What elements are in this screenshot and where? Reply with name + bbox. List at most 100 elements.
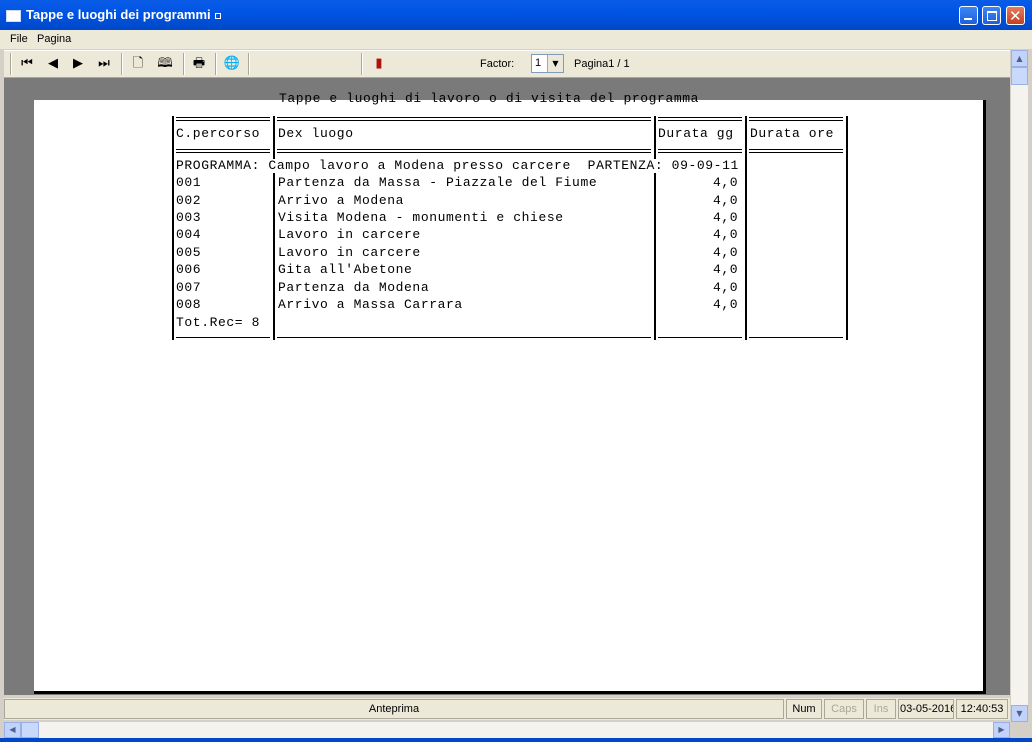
row-luogo: Arrivo a Modena bbox=[278, 193, 405, 208]
header-rule bbox=[749, 149, 843, 150]
row-durata-gg: 4,0 bbox=[713, 245, 739, 260]
header-durata-gg: Durata gg bbox=[658, 126, 734, 141]
print-icon[interactable]: 🖶 bbox=[190, 55, 208, 73]
restore-icon bbox=[987, 11, 997, 21]
row-durata-gg: 4,0 bbox=[713, 280, 739, 295]
header-c-percorso: C.percorso bbox=[176, 126, 261, 141]
last-page-icon[interactable]: ⏭ bbox=[95, 55, 113, 73]
chevron-down-icon[interactable]: ▼ bbox=[547, 55, 563, 72]
footer-rule bbox=[658, 337, 742, 338]
status-caps: Caps bbox=[824, 699, 864, 719]
header-rule bbox=[277, 117, 651, 118]
toolbar-separator bbox=[215, 53, 217, 75]
header-rule bbox=[176, 152, 270, 153]
scroll-down-icon[interactable]: ▼ bbox=[1011, 705, 1028, 722]
scroll-up-icon[interactable]: ▲ bbox=[1011, 50, 1028, 67]
header-rule bbox=[176, 120, 270, 121]
export-icon[interactable]: 🌐 bbox=[223, 55, 241, 73]
first-page-icon[interactable]: ⏮ bbox=[18, 55, 36, 73]
menu-file[interactable]: File bbox=[10, 33, 28, 45]
toolbar-separator bbox=[10, 53, 12, 75]
scroll-thumb[interactable] bbox=[1011, 67, 1028, 85]
row-code: 008 bbox=[176, 297, 202, 312]
header-rule bbox=[176, 149, 270, 150]
status-num: Num bbox=[786, 699, 822, 719]
horizontal-scrollbar[interactable]: ◀ ▶ bbox=[4, 722, 1010, 738]
scroll-thumb[interactable] bbox=[21, 722, 39, 738]
report-title: Tappe e luoghi di lavoro o di visita del… bbox=[279, 91, 700, 106]
header-rule bbox=[749, 120, 843, 121]
minimize-icon bbox=[964, 18, 972, 20]
toolbar-separator bbox=[183, 53, 185, 75]
close-icon: ✕ bbox=[1009, 7, 1022, 25]
table-border bbox=[745, 116, 747, 340]
row-code: 001 bbox=[176, 175, 202, 190]
row-durata-gg: 4,0 bbox=[713, 175, 739, 190]
table-border bbox=[654, 116, 656, 340]
footer-rule bbox=[749, 337, 843, 338]
row-luogo: Gita all'Abetone bbox=[278, 262, 413, 277]
app-window: Tappe e luoghi dei programmi ✕ File Pagi… bbox=[0, 0, 1032, 742]
minimize-button[interactable] bbox=[959, 6, 978, 25]
next-page-icon[interactable]: ▶ bbox=[69, 55, 87, 73]
status-bar: Anteprima Num Caps Ins 03-05-2016 12:40:… bbox=[4, 698, 1010, 720]
header-durata-ore: Durata ore bbox=[750, 126, 835, 141]
scroll-right-icon[interactable]: ▶ bbox=[993, 722, 1010, 738]
page-info: Pagina1 / 1 bbox=[574, 58, 630, 70]
row-durata-gg: 4,0 bbox=[713, 210, 739, 225]
row-durata-gg: 4,0 bbox=[713, 227, 739, 242]
title-bar[interactable]: Tappe e luoghi dei programmi ✕ bbox=[0, 0, 1032, 30]
toolbar-separator bbox=[121, 53, 123, 75]
menu-bar: File Pagina bbox=[0, 30, 1032, 49]
row-durata-gg: 4,0 bbox=[713, 193, 739, 208]
window-border bbox=[0, 738, 1032, 742]
toolbar-separator bbox=[361, 53, 363, 75]
row-code: 006 bbox=[176, 262, 202, 277]
table-border bbox=[172, 116, 174, 340]
preview-area[interactable]: Tappe e luoghi di lavoro o di visita del… bbox=[4, 78, 1010, 695]
row-luogo: Arrivo a Massa Carrara bbox=[278, 297, 463, 312]
header-rule bbox=[658, 152, 742, 153]
factor-label: Factor: bbox=[480, 58, 515, 70]
row-luogo: Partenza da Modena bbox=[278, 280, 430, 295]
maximize-button[interactable] bbox=[982, 6, 1001, 25]
row-code: 003 bbox=[176, 210, 202, 225]
table-border bbox=[846, 116, 848, 340]
status-time: 12:40:53 bbox=[956, 699, 1008, 719]
footer-rule bbox=[277, 337, 651, 338]
header-rule bbox=[658, 149, 742, 150]
single-page-icon[interactable]: 🗋 bbox=[129, 55, 147, 73]
header-dex-luogo: Dex luogo bbox=[278, 126, 354, 141]
row-code: 005 bbox=[176, 245, 202, 260]
scroll-left-icon[interactable]: ◀ bbox=[4, 722, 21, 738]
total-records: Tot.Rec= 8 bbox=[176, 315, 261, 330]
row-luogo: Partenza da Massa - Piazzale del Fiume bbox=[278, 175, 598, 190]
header-rule bbox=[176, 117, 270, 118]
window-title: Tappe e luoghi dei programmi bbox=[26, 7, 221, 22]
row-code: 004 bbox=[176, 227, 202, 242]
header-rule bbox=[277, 152, 651, 153]
footer-rule bbox=[176, 337, 270, 338]
factor-select[interactable]: 1 ▼ bbox=[531, 54, 564, 73]
prev-page-icon[interactable]: ◀ bbox=[44, 55, 62, 73]
header-rule bbox=[658, 117, 742, 118]
header-rule bbox=[658, 120, 742, 121]
status-main: Anteprima bbox=[4, 699, 784, 719]
table-border bbox=[273, 116, 275, 340]
row-code: 007 bbox=[176, 280, 202, 295]
toolbar-separator bbox=[248, 53, 250, 75]
menu-pagina[interactable]: Pagina bbox=[37, 33, 71, 45]
header-rule bbox=[749, 152, 843, 153]
factor-value: 1 bbox=[535, 57, 542, 69]
two-pages-icon[interactable]: 🕮 bbox=[156, 55, 174, 73]
row-luogo: Lavoro in carcere bbox=[278, 227, 421, 242]
row-luogo: Lavoro in carcere bbox=[278, 245, 421, 260]
report-page: Tappe e luoghi di lavoro o di visita del… bbox=[34, 92, 986, 694]
exit-icon[interactable]: ▮ bbox=[370, 55, 388, 73]
row-durata-gg: 4,0 bbox=[713, 297, 739, 312]
header-rule bbox=[277, 149, 651, 150]
programma-line: PROGRAMMA: Campo lavoro a Modena presso … bbox=[176, 158, 739, 173]
header-rule bbox=[749, 117, 843, 118]
close-button[interactable]: ✕ bbox=[1006, 6, 1025, 25]
vertical-scrollbar[interactable]: ▲ ▼ bbox=[1011, 50, 1028, 722]
